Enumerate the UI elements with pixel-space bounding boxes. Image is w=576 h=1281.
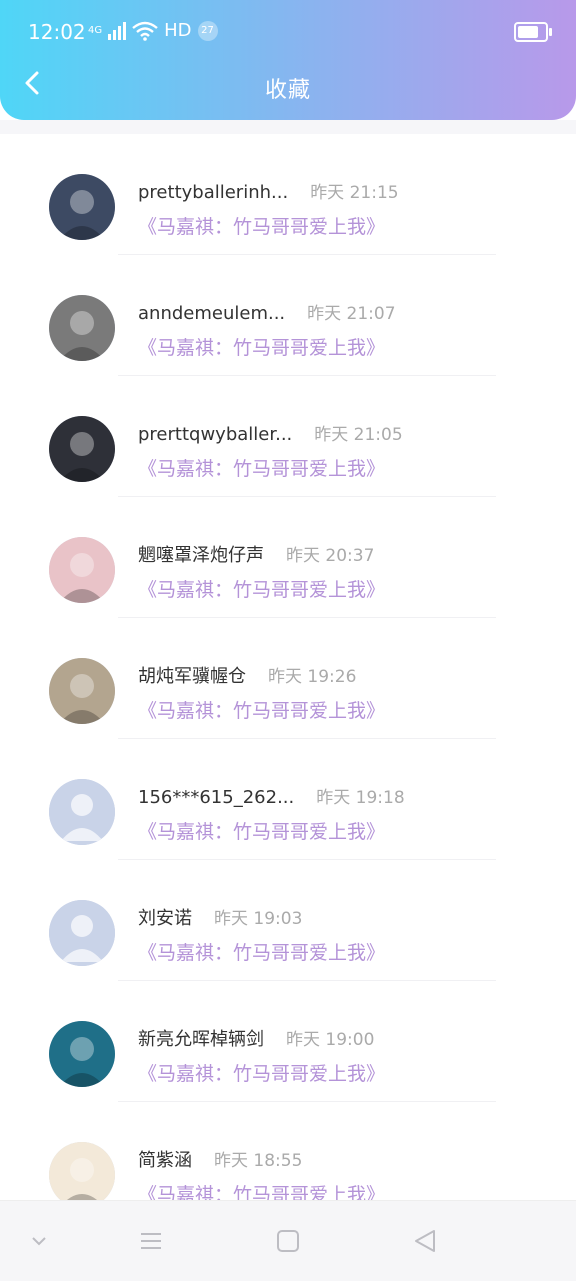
avatar[interactable] (49, 1142, 115, 1208)
hd-label: HD (164, 20, 192, 41)
home-square-icon[interactable] (273, 1226, 303, 1256)
favorite-item[interactable]: 156***615_262... 昨天 19:18 《马嘉祺：竹马哥哥爱上我》 (0, 739, 576, 860)
chevron-down-icon[interactable] (24, 1226, 54, 1256)
book-title-link[interactable]: 《马嘉祺：竹马哥哥爱上我》 (138, 575, 385, 602)
book-title-link[interactable]: 《马嘉祺：竹马哥哥爱上我》 (138, 454, 385, 481)
favorite-item[interactable]: prerttqwyballer... 昨天 21:05 《马嘉祺：竹马哥哥爱上我》 (0, 376, 576, 497)
user-name[interactable]: anndemeulem... (138, 303, 285, 324)
system-nav-bar (0, 1200, 576, 1281)
timestamp: 昨天 19:03 (214, 909, 303, 929)
user-name[interactable]: 简紫涵 (138, 1150, 192, 1171)
book-title-link[interactable]: 《马嘉祺：竹马哥哥爱上我》 (138, 212, 385, 239)
name-line: 魍噻罩泽炮仔声 昨天 20:37 (138, 541, 374, 567)
user-name[interactable]: 156***615_262... (138, 787, 294, 808)
header-gap (0, 120, 576, 134)
user-name[interactable]: prerttqwyballer... (138, 424, 292, 445)
name-line: prettyballerinh... 昨天 21:15 (138, 178, 399, 203)
avatar[interactable] (49, 1021, 115, 1087)
user-name[interactable]: 新亮允晖棹辆剑 (138, 1029, 264, 1050)
user-name[interactable]: 胡炖军骥幄仓 (138, 666, 246, 687)
name-line: 刘安诺 昨天 19:03 (138, 904, 302, 930)
book-title-link[interactable]: 《马嘉祺：竹马哥哥爱上我》 (138, 817, 385, 844)
favorite-item[interactable]: 新亮允晖棹辆剑 昨天 19:00 《马嘉祺：竹马哥哥爱上我》 (0, 981, 576, 1102)
avatar[interactable] (49, 537, 115, 603)
name-line: 胡炖军骥幄仓 昨天 19:26 (138, 662, 356, 688)
favorite-item[interactable]: prettyballerinh... 昨天 21:15 《马嘉祺：竹马哥哥爱上我》 (0, 134, 576, 255)
avatar[interactable] (49, 658, 115, 724)
favorites-list: prettyballerinh... 昨天 21:15 《马嘉祺：竹马哥哥爱上我》 a… (0, 134, 576, 1223)
favorite-item[interactable]: 刘安诺 昨天 19:03 《马嘉祺：竹马哥哥爱上我》 (0, 860, 576, 981)
favorite-item[interactable]: anndemeulem... 昨天 21:07 《马嘉祺：竹马哥哥爱上我》 (0, 255, 576, 376)
header-bar: 12:02 4G HD 27 收藏 (0, 0, 576, 120)
timestamp: 昨天 19:00 (286, 1030, 375, 1050)
favorite-item[interactable]: 魍噻罩泽炮仔声 昨天 20:37 《马嘉祺：竹马哥哥爱上我》 (0, 497, 576, 618)
default-avatar[interactable] (49, 900, 115, 966)
user-name[interactable]: 魍噻罩泽炮仔声 (138, 545, 264, 566)
book-title-link[interactable]: 《马嘉祺：竹马哥哥爱上我》 (138, 1059, 385, 1086)
status-icons: 4G HD 27 (88, 20, 218, 41)
name-line: anndemeulem... 昨天 21:07 (138, 299, 396, 324)
name-line: 简紫涵 昨天 18:55 (138, 1146, 302, 1172)
notification-badge: 27 (197, 20, 218, 41)
avatar[interactable] (49, 416, 115, 482)
status-time: 12:02 (28, 20, 86, 44)
user-name[interactable]: prettyballerinh... (138, 182, 288, 203)
signal-icon (108, 21, 127, 40)
timestamp: 昨天 20:37 (286, 546, 375, 566)
timestamp: 昨天 21:05 (314, 425, 403, 445)
book-title-link[interactable]: 《马嘉祺：竹马哥哥爱上我》 (138, 696, 385, 723)
wifi-icon (132, 21, 158, 41)
timestamp: 昨天 19:26 (268, 667, 357, 687)
name-line: 156***615_262... 昨天 19:18 (138, 783, 405, 808)
page-title: 收藏 (264, 78, 311, 103)
user-name[interactable]: 刘安诺 (138, 908, 192, 929)
favorite-item[interactable]: 胡炖军骥幄仓 昨天 19:26 《马嘉祺：竹马哥哥爱上我》 (0, 618, 576, 739)
timestamp: 昨天 18:55 (214, 1151, 303, 1171)
avatar[interactable] (49, 295, 115, 361)
book-title-link[interactable]: 《马嘉祺：竹马哥哥爱上我》 (138, 333, 385, 360)
network-type: 4G (88, 25, 103, 36)
menu-icon[interactable] (136, 1226, 166, 1256)
timestamp: 昨天 19:18 (316, 788, 405, 808)
timestamp: 昨天 21:07 (307, 304, 396, 324)
back-triangle-icon[interactable] (410, 1226, 440, 1256)
name-line: prerttqwyballer... 昨天 21:05 (138, 420, 403, 445)
timestamp: 昨天 21:15 (310, 183, 399, 203)
avatar[interactable] (49, 174, 115, 240)
book-title-link[interactable]: 《马嘉祺：竹马哥哥爱上我》 (138, 938, 385, 965)
battery-icon (514, 22, 552, 42)
name-line: 新亮允晖棹辆剑 昨天 19:00 (138, 1025, 374, 1051)
default-avatar[interactable] (49, 779, 115, 845)
